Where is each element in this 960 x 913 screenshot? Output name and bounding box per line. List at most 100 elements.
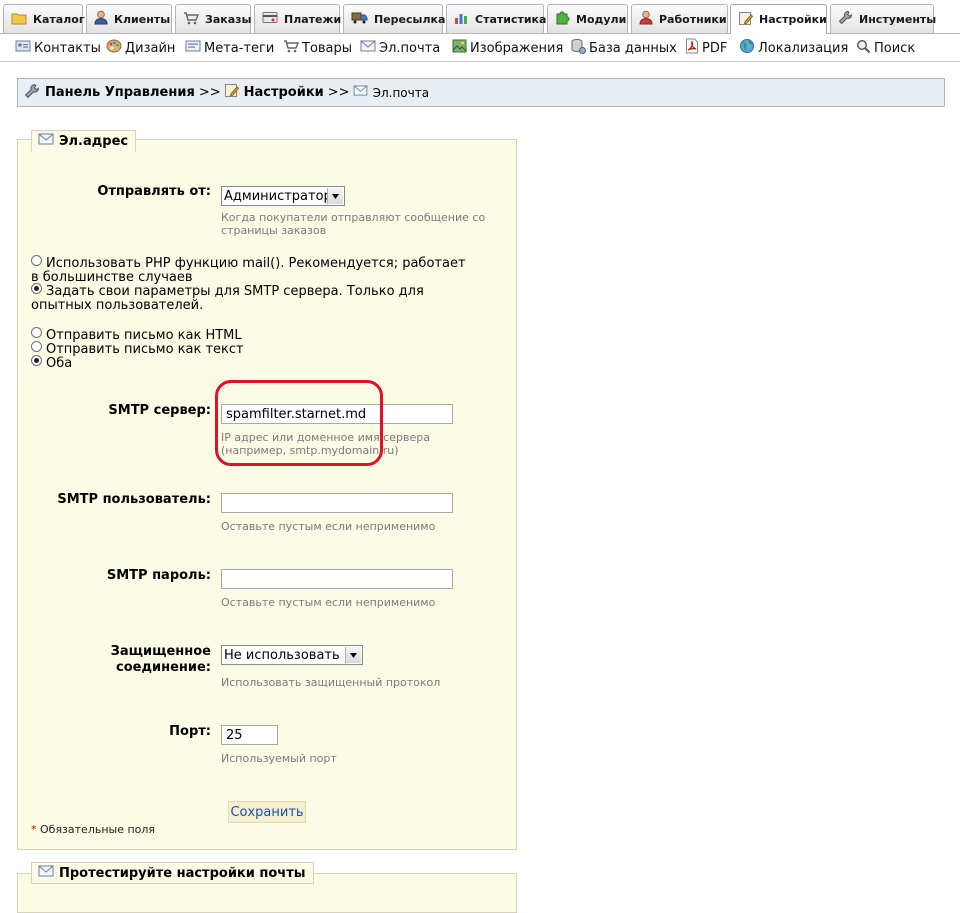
send-from-select[interactable]: Администратор bbox=[221, 186, 345, 206]
search-icon bbox=[856, 39, 871, 58]
smtp-server-input[interactable] bbox=[221, 404, 453, 424]
mail-method-php-option[interactable]: Использовать PHP функцию mail(). Рекомен… bbox=[31, 255, 471, 285]
folder-icon bbox=[11, 11, 27, 28]
submenu-search-label: Поиск bbox=[874, 40, 916, 56]
port-input[interactable] bbox=[221, 725, 278, 745]
submenu-images[interactable]: Изображения bbox=[452, 39, 563, 57]
envelope-icon bbox=[353, 85, 368, 100]
submenu-localization-label: Локализация bbox=[758, 40, 849, 56]
envelope-icon bbox=[38, 865, 54, 881]
chevron-down-icon bbox=[345, 647, 361, 663]
submenu-design[interactable]: Дизайн bbox=[106, 39, 175, 57]
submenu-database-label: База данных bbox=[589, 40, 677, 56]
secure-connection-value: Не использовать bbox=[224, 647, 340, 663]
smtp-password-hint: Оставьте пустым если неприменимо bbox=[221, 596, 436, 609]
mail-method-smtp-label: Задать свои параметры для SMTP сервера. … bbox=[31, 284, 424, 313]
smtp-user-hint: Оставьте пустым если неприменимо bbox=[221, 520, 436, 533]
submenu-pdf-label: PDF bbox=[702, 40, 728, 56]
secure-connection-label-line1: Защищенное bbox=[110, 644, 211, 659]
secure-connection-hint: Использовать защищенный протокол bbox=[221, 676, 441, 689]
radio-button[interactable] bbox=[31, 327, 42, 338]
submenu-contacts[interactable]: Контакты bbox=[15, 39, 101, 57]
submenu-design-label: Дизайн bbox=[125, 40, 176, 56]
radio-button[interactable] bbox=[31, 341, 42, 352]
chevron-down-icon bbox=[327, 188, 343, 204]
tab-workers[interactable]: Работники bbox=[631, 4, 728, 33]
secure-connection-select[interactable]: Не использовать bbox=[221, 645, 363, 665]
submenu-images-label: Изображения bbox=[470, 40, 564, 56]
database-icon bbox=[570, 38, 586, 58]
tab-shipping[interactable]: Пересылка bbox=[343, 4, 446, 33]
submenu-products[interactable]: Товары bbox=[283, 39, 352, 57]
smtp-password-input[interactable] bbox=[221, 569, 453, 589]
radio-button-selected[interactable] bbox=[31, 355, 42, 366]
mail-method-php-label: Использовать PHP функцию mail(). Рекомен… bbox=[31, 256, 466, 285]
send-from-select-value: Администратор bbox=[224, 188, 332, 204]
submenu-products-label: Товары bbox=[302, 40, 353, 56]
tab-shipping-label: Пересылка bbox=[374, 12, 446, 26]
envelope-icon bbox=[360, 40, 376, 56]
tab-settings[interactable]: Настройки bbox=[730, 4, 827, 34]
settings-submenu: Контакты Дизайн Мета-теги Товары Эл.почт… bbox=[0, 34, 960, 62]
mail-method-smtp-option[interactable]: Задать свои параметры для SMTP сервера. … bbox=[31, 283, 471, 313]
port-label: Порт: bbox=[169, 724, 211, 739]
cart-icon bbox=[183, 11, 200, 28]
format-both-option[interactable]: Оба bbox=[31, 355, 471, 371]
tab-clients-label: Клиенты bbox=[114, 12, 171, 26]
radio-button-selected[interactable] bbox=[31, 283, 42, 294]
breadcrumb: Панель Управления >> Настройки >> Эл.поч… bbox=[17, 78, 945, 107]
settings-page-icon bbox=[738, 11, 754, 29]
tab-statistics[interactable]: Статистика bbox=[446, 4, 547, 33]
required-fields-note: * Обязательные поля bbox=[31, 823, 155, 836]
tab-orders[interactable]: Заказы bbox=[175, 4, 251, 33]
radio-button[interactable] bbox=[31, 255, 42, 266]
port-hint: Используемый порт bbox=[221, 752, 337, 765]
email-settings-legend-label: Эл.адрес bbox=[59, 133, 129, 149]
meta-tags-icon bbox=[185, 40, 201, 56]
breadcrumb-section[interactable]: Настройки bbox=[244, 85, 324, 100]
smtp-server-hint: IP адрес или доменное имя сервера (напри… bbox=[221, 431, 430, 457]
puzzle-icon bbox=[555, 10, 570, 28]
tab-clients[interactable]: Клиенты bbox=[86, 4, 172, 33]
main-tab-bar: Каталог Клиенты Заказы Платежи Пересылка… bbox=[0, 0, 960, 34]
tab-catalog[interactable]: Каталог bbox=[3, 4, 85, 33]
wrench-icon bbox=[24, 83, 40, 103]
settings-page-icon bbox=[224, 83, 239, 102]
submenu-meta-tags[interactable]: Мета-теги bbox=[185, 39, 274, 57]
submenu-search[interactable]: Поиск bbox=[856, 39, 915, 57]
secure-connection-label: Защищенное соединение: bbox=[16, 644, 211, 676]
tab-tools[interactable]: Инстументы bbox=[830, 4, 937, 33]
tab-statistics-label: Статистика bbox=[475, 12, 547, 26]
worker-icon bbox=[639, 10, 653, 28]
test-settings-legend: Протестируйте настройки почты bbox=[31, 862, 314, 884]
breadcrumb-separator: >> bbox=[327, 85, 350, 100]
submenu-email-label: Эл.почта bbox=[379, 40, 441, 56]
tab-workers-label: Работники bbox=[659, 12, 727, 26]
save-button[interactable]: Сохранить bbox=[228, 801, 306, 823]
submenu-database[interactable]: База данных bbox=[570, 39, 677, 57]
tab-modules-label: Модули bbox=[576, 12, 627, 26]
globe-icon bbox=[739, 38, 755, 58]
smtp-user-input[interactable] bbox=[221, 493, 453, 513]
submenu-localization[interactable]: Локализация bbox=[739, 39, 848, 57]
submenu-contacts-label: Контакты bbox=[34, 40, 101, 56]
email-settings-legend: Эл.адрес bbox=[31, 130, 137, 152]
submenu-pdf[interactable]: PDF bbox=[685, 38, 728, 57]
tab-modules[interactable]: Модули bbox=[547, 4, 628, 33]
required-star: * bbox=[31, 823, 37, 836]
required-fields-text: Обязательные поля bbox=[40, 823, 156, 836]
smtp-password-label: SMTP пароль: bbox=[106, 568, 211, 583]
tab-payments[interactable]: Платежи bbox=[254, 4, 342, 33]
tab-tools-label: Инстументы bbox=[859, 12, 937, 26]
breadcrumb-current: Эл.почта bbox=[372, 85, 430, 100]
format-both-label: Оба bbox=[46, 356, 73, 371]
image-icon bbox=[452, 39, 467, 57]
tab-payments-label: Платежи bbox=[284, 12, 342, 26]
submenu-meta-tags-label: Мета-теги bbox=[204, 40, 275, 56]
breadcrumb-root[interactable]: Панель Управления bbox=[45, 85, 195, 100]
smtp-user-label: SMTP пользователь: bbox=[57, 492, 211, 507]
submenu-email[interactable]: Эл.почта bbox=[360, 39, 440, 57]
payment-icon bbox=[262, 11, 278, 27]
tab-orders-label: Заказы bbox=[205, 12, 252, 26]
cart-icon bbox=[283, 39, 300, 57]
